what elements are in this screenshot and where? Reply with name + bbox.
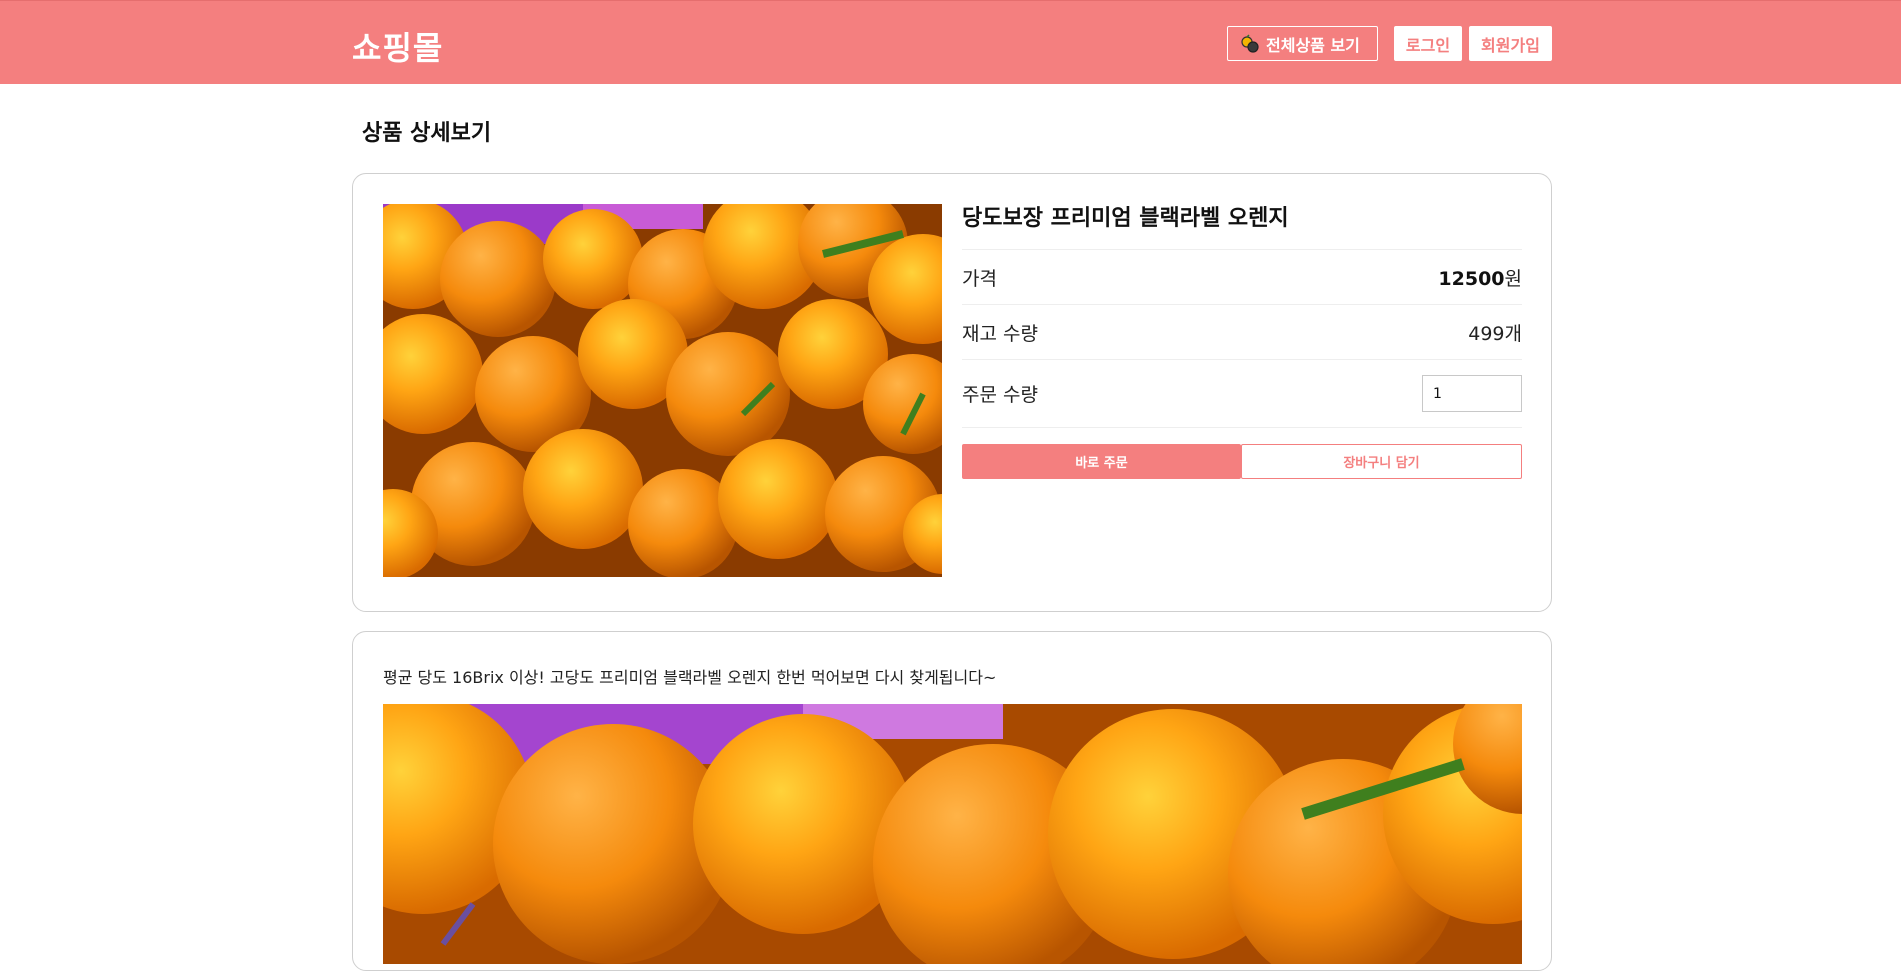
fruit-icon [1240, 33, 1260, 54]
top-navbar: 쇼핑몰 전체상품 보기 로그인 회원가입 [0, 0, 1901, 84]
price-label: 가격 [962, 267, 997, 290]
all-products-label: 전체상품 보기 [1266, 35, 1360, 55]
price-unit: 원 [1504, 267, 1522, 290]
product-card: 당도보장 프리미엄 블랙라벨 오렌지 가격 12500원 재고 수량 499개 … [352, 173, 1552, 612]
price-row: 가격 12500원 [962, 250, 1522, 305]
product-name: 당도보장 프리미엄 블랙라벨 오렌지 [962, 204, 1522, 250]
stock-value: 499개 [1468, 322, 1522, 345]
quantity-label: 주문 수량 [962, 384, 1038, 406]
signup-button[interactable]: 회원가입 [1469, 26, 1552, 61]
price-value: 12500원 [1438, 264, 1522, 291]
description-text: 평균 당도 16Brix 이상! 고당도 프리미엄 블랙라벨 오렌지 한번 먹어… [383, 668, 997, 687]
order-now-button[interactable]: 바로 주문 [962, 444, 1241, 479]
description-image [383, 704, 1522, 964]
product-info: 당도보장 프리미엄 블랙라벨 오렌지 가격 12500원 재고 수량 499개 … [962, 204, 1522, 479]
quantity-row: 주문 수량 [962, 360, 1522, 428]
login-button[interactable]: 로그인 [1394, 26, 1462, 61]
stock-row: 재고 수량 499개 [962, 305, 1522, 360]
product-image [383, 204, 942, 577]
add-to-cart-button[interactable]: 장바구니 담기 [1241, 444, 1522, 479]
page-title: 상품 상세보기 [362, 121, 492, 146]
price-amount: 12500 [1438, 267, 1505, 290]
all-products-button[interactable]: 전체상품 보기 [1227, 26, 1378, 61]
brand-logo[interactable]: 쇼핑몰 [352, 23, 443, 69]
stock-label: 재고 수량 [962, 322, 1038, 345]
quantity-input[interactable] [1422, 375, 1522, 412]
description-card: 평균 당도 16Brix 이상! 고당도 프리미엄 블랙라벨 오렌지 한번 먹어… [352, 631, 1552, 971]
product-actions: 바로 주문 장바구니 담기 [962, 444, 1522, 479]
